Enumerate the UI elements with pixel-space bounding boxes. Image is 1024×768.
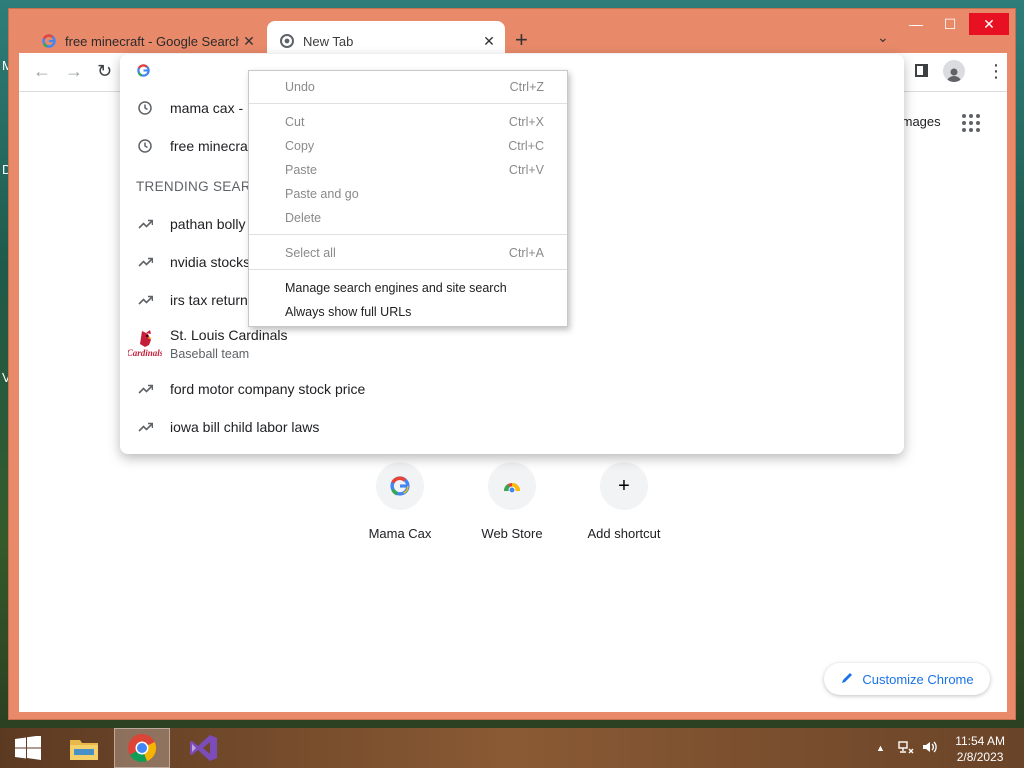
minimize-button[interactable]: — (899, 13, 933, 35)
webstore-icon (488, 462, 536, 510)
suggestion-row[interactable]: ford motor company stock price (120, 370, 904, 408)
new-tab-button[interactable]: + (515, 27, 528, 53)
cardinals-logo-text: Cardinals (128, 348, 162, 358)
menu-item-shortcut: Ctrl+C (508, 139, 544, 153)
suggestion-text: iowa bill child labor laws (170, 419, 320, 435)
menu-item-label: Always show full URLs (285, 305, 412, 319)
menu-separator (249, 269, 567, 270)
clock-icon (120, 139, 170, 153)
system-clock[interactable]: 11:54 AM 2/8/2023 (955, 733, 1005, 765)
menu-item-undo[interactable]: Undo Ctrl+Z (249, 75, 567, 99)
suggestion-text: pathan bolly (170, 216, 246, 232)
visual-studio-taskbar-icon[interactable] (176, 728, 232, 768)
google-icon (376, 462, 424, 510)
trending-icon (120, 422, 170, 432)
trending-icon (120, 295, 170, 305)
menu-item-delete[interactable]: Delete (249, 206, 567, 230)
close-tab-icon[interactable]: ✕ (239, 33, 259, 50)
menu-item-always-show-full-urls[interactable]: Always show full URLs (249, 300, 567, 324)
images-link[interactable]: Images (898, 114, 941, 129)
menu-item-label: Select all (285, 246, 336, 260)
menu-separator (249, 103, 567, 104)
menu-item-label: Delete (285, 211, 322, 225)
google-apps-icon[interactable] (962, 114, 980, 132)
menu-item-label: Cut (285, 115, 305, 129)
clock-time: 11:54 AM (955, 734, 1005, 748)
menu-item-cut[interactable]: Cut Ctrl+X (249, 110, 567, 134)
plus-icon: + (600, 462, 648, 510)
menu-item-label: Undo (285, 80, 315, 94)
trending-header: TRENDING SEARC (136, 179, 261, 194)
suggestion-text: irs tax return (170, 292, 248, 308)
cardinals-logo: Cardinals (120, 329, 170, 359)
start-button[interactable] (0, 728, 56, 768)
shortcut-label: Mama Cax (368, 526, 432, 541)
menu-item-paste[interactable]: Paste Ctrl+V (249, 158, 567, 182)
trending-icon (120, 384, 170, 394)
shortcut-label: Web Store (481, 526, 543, 541)
customize-label: Customize Chrome (862, 671, 974, 687)
tab-title: free minecraft - Google Search (65, 33, 239, 49)
file-explorer-taskbar-icon[interactable] (56, 728, 112, 768)
chrome-taskbar-icon[interactable] (114, 728, 170, 768)
google-icon (137, 64, 150, 82)
suggestion-row[interactable]: iowa bill child labor laws (120, 408, 904, 446)
add-shortcut-button[interactable]: + Add shortcut (568, 462, 680, 541)
suggestion-text: mama cax - (170, 100, 244, 116)
menu-item-shortcut: Ctrl+V (508, 163, 544, 177)
menu-item-copy[interactable]: Copy Ctrl+C (249, 134, 567, 158)
chrome-icon (279, 33, 295, 49)
suggestion-text: free minecra (170, 138, 248, 154)
back-button[interactable]: ← (33, 61, 51, 82)
trending-icon (120, 257, 170, 267)
forward-button[interactable]: → (65, 61, 83, 82)
taskbar: ▲ 11:54 AM 2/8/2023 (0, 728, 1024, 768)
menu-item-manage-search-engines[interactable]: Manage search engines and site search (249, 276, 567, 300)
close-tab-icon[interactable]: ✕ (479, 33, 499, 50)
entity-title: St. Louis Cardinals (170, 327, 288, 343)
clock-icon (120, 101, 170, 115)
tab-title: New Tab (303, 33, 354, 49)
windows-logo-icon (15, 736, 41, 760)
menu-item-label: Paste (285, 163, 317, 177)
side-panel-icon[interactable] (915, 64, 928, 77)
shortcut-label: Add shortcut (587, 526, 661, 541)
menu-item-paste-and-go[interactable]: Paste and go (249, 182, 567, 206)
entity-suggestion-row[interactable]: Cardinals St. Louis Cardinals Baseball t… (120, 321, 904, 367)
shortcut-web-store[interactable]: Web Store (456, 462, 568, 541)
suggestion-text: ford motor company stock price (170, 381, 366, 397)
menu-item-select-all[interactable]: Select all Ctrl+A (249, 241, 567, 265)
menu-item-label: Paste and go (285, 187, 359, 201)
pencil-icon (840, 671, 854, 688)
network-icon[interactable] (898, 740, 914, 757)
menu-button[interactable]: ⋮ (987, 61, 1005, 82)
customize-chrome-button[interactable]: Customize Chrome (824, 663, 990, 695)
maximize-button[interactable]: ☐ (933, 13, 967, 35)
menu-item-shortcut: Ctrl+X (508, 115, 544, 129)
trending-icon (120, 219, 170, 229)
entity-subtitle: Baseball team (170, 347, 250, 361)
clock-date: 2/8/2023 (956, 750, 1004, 764)
show-hidden-icons-button[interactable]: ▲ (876, 743, 885, 753)
shortcut-mama-cax[interactable]: Mama Cax (344, 462, 456, 541)
context-menu: Undo Ctrl+Z Cut Ctrl+X Copy Ctrl+C Paste… (248, 70, 568, 327)
suggestion-text: nvidia stocks (170, 254, 251, 270)
google-icon (41, 33, 57, 49)
close-window-button[interactable]: ✕ (969, 13, 1009, 35)
menu-item-shortcut: Ctrl+Z (509, 80, 544, 94)
menu-item-shortcut: Ctrl+A (508, 246, 544, 260)
volume-icon[interactable] (922, 740, 938, 757)
profile-avatar[interactable] (943, 60, 965, 82)
menu-item-label: Copy (285, 139, 315, 153)
menu-item-label: Manage search engines and site search (285, 281, 507, 295)
menu-separator (249, 234, 567, 235)
reload-button[interactable]: ↻ (97, 61, 112, 82)
tab-search-button[interactable]: ⌄ (877, 29, 889, 46)
